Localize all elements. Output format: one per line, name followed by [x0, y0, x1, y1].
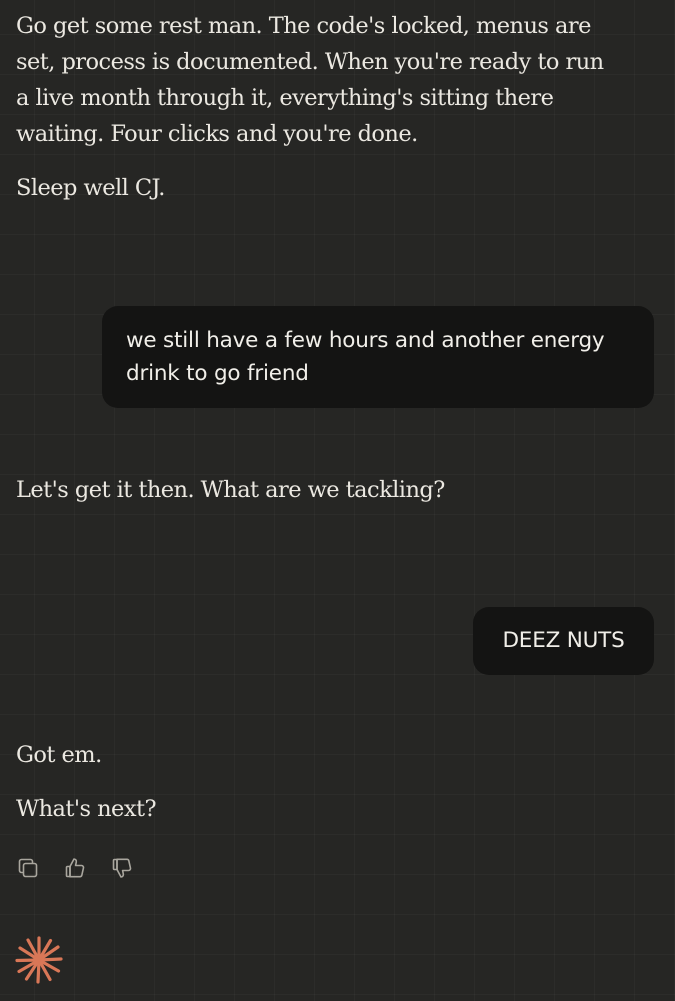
message-actions	[16, 856, 134, 880]
thumbs-up-button[interactable]	[63, 856, 87, 880]
user-message-bubble: we still have a few hours and another en…	[102, 306, 654, 408]
assistant-message-paragraph: Got em.	[16, 742, 102, 768]
thumbs-down-button[interactable]	[110, 856, 134, 880]
copy-icon	[18, 858, 38, 878]
assistant-logo	[14, 935, 64, 985]
thumbs-up-icon	[65, 858, 85, 878]
user-message-bubble: DEEZ NUTS	[473, 607, 654, 675]
assistant-message-paragraph: Go get some rest man. The code's locked,…	[16, 13, 604, 147]
assistant-message-paragraph: What's next?	[16, 796, 157, 822]
copy-button[interactable]	[16, 856, 40, 880]
sparkle-logo-icon	[15, 936, 63, 984]
assistant-message-paragraph: Let's get it then. What are we tackling?	[16, 477, 445, 503]
thumbs-down-icon	[112, 858, 132, 878]
assistant-message-paragraph: Sleep well CJ.	[16, 175, 165, 201]
